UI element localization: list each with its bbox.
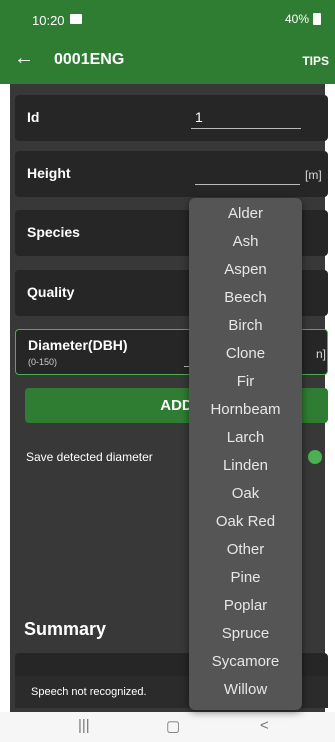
height-field-card[interactable]: Height [m] bbox=[15, 151, 328, 197]
height-underline bbox=[195, 184, 300, 185]
dropdown-item-poplar[interactable]: Poplar bbox=[189, 597, 302, 614]
dropdown-item-beech[interactable]: Beech bbox=[189, 289, 302, 306]
battery-percent: 40% bbox=[284, 12, 309, 26]
snackbar-text: Speech not recognized. bbox=[31, 686, 147, 698]
dropdown-item-other[interactable]: Other bbox=[189, 541, 302, 558]
system-nav-bar: ||| ▢ < bbox=[0, 712, 335, 742]
home-icon[interactable]: ▢ bbox=[166, 717, 180, 735]
battery-icon bbox=[313, 13, 321, 25]
quality-label: Quality bbox=[27, 284, 75, 300]
recent-apps-icon[interactable]: ||| bbox=[78, 717, 90, 734]
id-field-card[interactable]: Id 1 bbox=[15, 95, 328, 141]
dropdown-item-alder[interactable]: Alder bbox=[189, 205, 302, 222]
save-detected-label: Save detected diameter bbox=[26, 450, 153, 464]
dropdown-item-oak[interactable]: Oak bbox=[189, 485, 302, 502]
dropdown-item-fir[interactable]: Fir bbox=[189, 373, 302, 390]
height-unit: [m] bbox=[305, 168, 322, 182]
tips-button[interactable]: TIPS bbox=[302, 54, 329, 68]
app-toolbar: ← 0001ENG TIPS bbox=[0, 38, 335, 84]
id-value[interactable]: 1 bbox=[195, 109, 203, 125]
diameter-unit: n] bbox=[316, 347, 327, 361]
diameter-label: Diameter(DBH) bbox=[28, 337, 128, 353]
dropdown-item-ash[interactable]: Ash bbox=[189, 233, 302, 250]
status-bar: 10:20 40% bbox=[0, 0, 335, 38]
back-nav-icon[interactable]: < bbox=[260, 717, 269, 734]
dropdown-item-hornbeam[interactable]: Hornbeam bbox=[189, 401, 302, 418]
dropdown-item-linden[interactable]: Linden bbox=[189, 457, 302, 474]
dropdown-item-larch[interactable]: Larch bbox=[189, 429, 302, 446]
diameter-range: (0-150) bbox=[28, 357, 58, 367]
toolbar-title: 0001ENG bbox=[54, 51, 125, 68]
status-time: 10:20 bbox=[32, 13, 65, 28]
save-detected-toggle[interactable] bbox=[308, 450, 322, 464]
dropdown-item-birch[interactable]: Birch bbox=[189, 317, 302, 334]
dropdown-item-sycamore[interactable]: Sycamore bbox=[189, 653, 302, 670]
id-underline bbox=[191, 128, 301, 129]
status-right: 40% bbox=[285, 12, 321, 26]
height-label: Height bbox=[27, 165, 71, 181]
dropdown-item-spruce[interactable]: Spruce bbox=[189, 625, 302, 642]
species-dropdown[interactable]: Alder Ash Aspen Beech Birch Clone Fir Ho… bbox=[189, 198, 302, 710]
image-notification-icon bbox=[70, 14, 82, 24]
species-label: Species bbox=[27, 224, 80, 240]
dropdown-item-aspen[interactable]: Aspen bbox=[189, 261, 302, 278]
add-button-label: ADD bbox=[160, 397, 193, 414]
dropdown-item-oak-red[interactable]: Oak Red bbox=[189, 513, 302, 530]
dropdown-item-willow[interactable]: Willow bbox=[189, 681, 302, 698]
id-label: Id bbox=[27, 109, 40, 125]
summary-title: Summary bbox=[24, 619, 107, 639]
dropdown-item-clone[interactable]: Clone bbox=[189, 345, 302, 362]
back-arrow-icon[interactable]: ← bbox=[14, 48, 34, 68]
dropdown-item-pine[interactable]: Pine bbox=[189, 569, 302, 586]
